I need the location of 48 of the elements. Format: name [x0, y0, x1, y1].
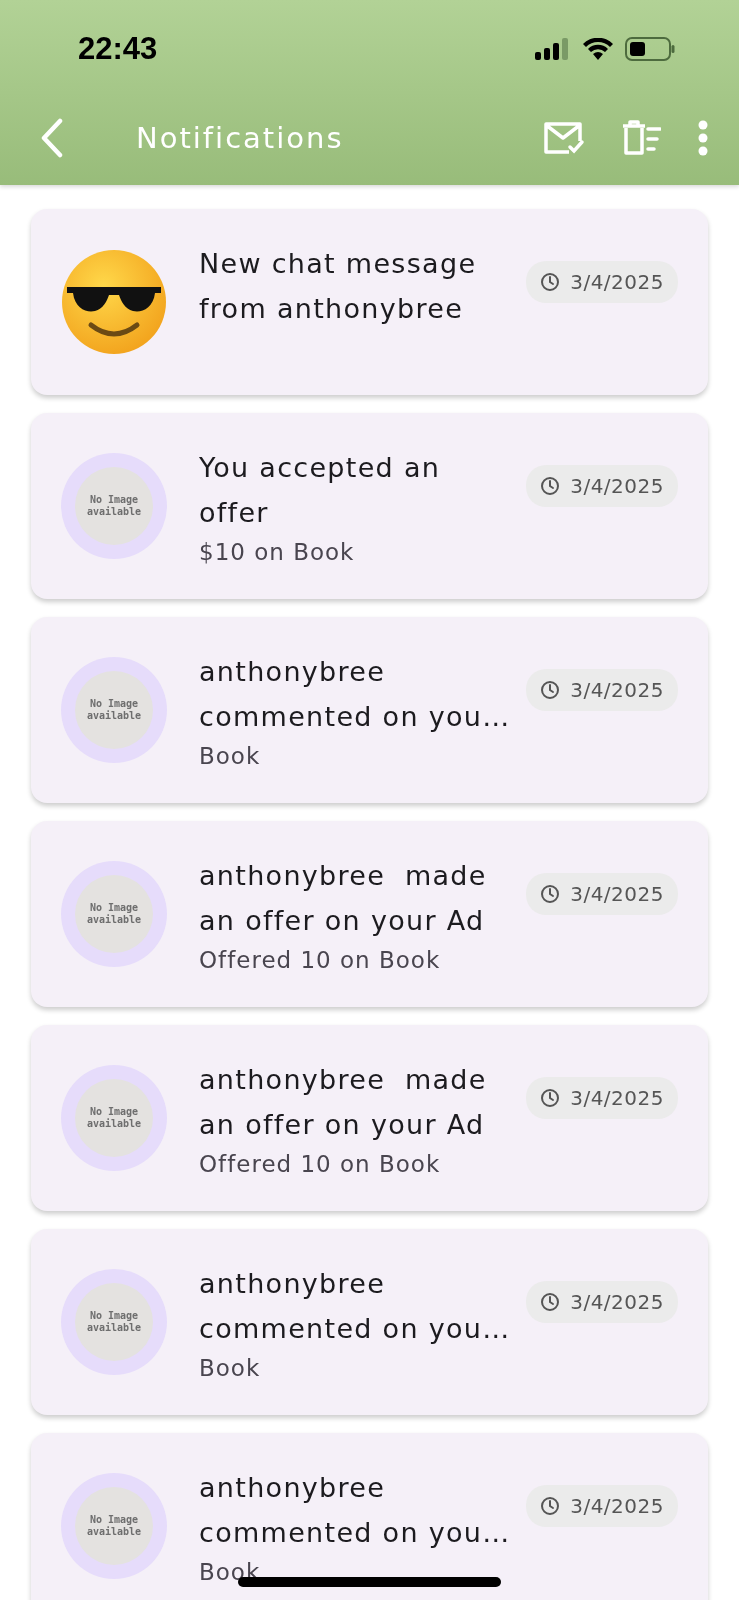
no-image-placeholder: No Image available — [61, 657, 167, 763]
battery-icon — [625, 37, 675, 61]
notification-title: anthonybree commented on you… — [199, 655, 512, 734]
notification-date: 3/4/2025 — [570, 270, 664, 294]
notification-title: New chat message from anthonybree — [199, 247, 478, 326]
no-image-placeholder: No Image available — [61, 1473, 167, 1579]
clock-icon — [540, 884, 561, 904]
notification-detail: Offered 10 on Book — [199, 946, 441, 975]
notification-card[interactable]: No Image available anthonybree commented on you… Book 3/4/2025 — [31, 1229, 708, 1415]
wifi-icon — [583, 38, 613, 60]
notification-date: 3/4/2025 — [570, 474, 664, 498]
notification-date: 3/4/2025 — [570, 1086, 664, 1110]
status-time: 22:43 — [78, 31, 158, 67]
clock-icon — [540, 1496, 561, 1516]
notification-title: You accepted an offer — [199, 451, 442, 530]
no-image-placeholder: No Image available — [61, 1065, 167, 1171]
notification-detail: Book — [199, 742, 261, 771]
notification-title: anthonybree made an offer on your Ad — [199, 859, 488, 938]
notification-title: anthonybree commented on you… — [199, 1471, 512, 1550]
clock-icon — [540, 272, 561, 292]
notification-card[interactable]: No Image available anthonybree made an offer on your Ad Offered 10 on Book 3/4/2025 — [31, 1025, 708, 1211]
back-button[interactable] — [40, 118, 64, 158]
notification-title: anthonybree commented on you… — [199, 1267, 512, 1346]
notification-detail: $10 on Book — [199, 538, 355, 567]
screen-title: Notifications — [136, 121, 344, 155]
mark-read-button[interactable] — [543, 121, 585, 155]
notification-card[interactable]: New chat message from anthonybree 3/4/2025 — [31, 209, 708, 395]
notification-date: 3/4/2025 — [570, 1494, 664, 1518]
notification-card[interactable]: No Image available You accepted an offer $10 on Book 3/4/2025 — [31, 413, 708, 599]
more-button[interactable] — [697, 120, 709, 156]
notification-detail: Book — [199, 1354, 261, 1383]
signal-icon — [535, 38, 571, 60]
notification-title: anthonybree made an offer on your Ad — [199, 1063, 488, 1142]
delete-all-button[interactable] — [621, 120, 661, 156]
clock-icon — [540, 1088, 561, 1108]
no-image-placeholder: No Image available — [61, 1269, 167, 1375]
sunglasses-emoji-icon — [61, 249, 167, 355]
clock-icon — [540, 1292, 561, 1312]
notification-card[interactable]: No Image available anthonybree commented on you… Book 3/4/2025 — [31, 617, 708, 803]
notification-card[interactable]: No Image available anthonybree made an offer on your Ad Offered 10 on Book 3/4/2025 — [31, 821, 708, 1007]
notification-date: 3/4/2025 — [570, 678, 664, 702]
no-image-placeholder: No Image available — [61, 453, 167, 559]
clock-icon — [540, 476, 561, 496]
notification-date: 3/4/2025 — [570, 882, 664, 906]
clock-icon — [540, 680, 561, 700]
notification-date: 3/4/2025 — [570, 1290, 664, 1314]
notification-detail: Offered 10 on Book — [199, 1150, 441, 1179]
no-image-placeholder: No Image available — [61, 861, 167, 967]
